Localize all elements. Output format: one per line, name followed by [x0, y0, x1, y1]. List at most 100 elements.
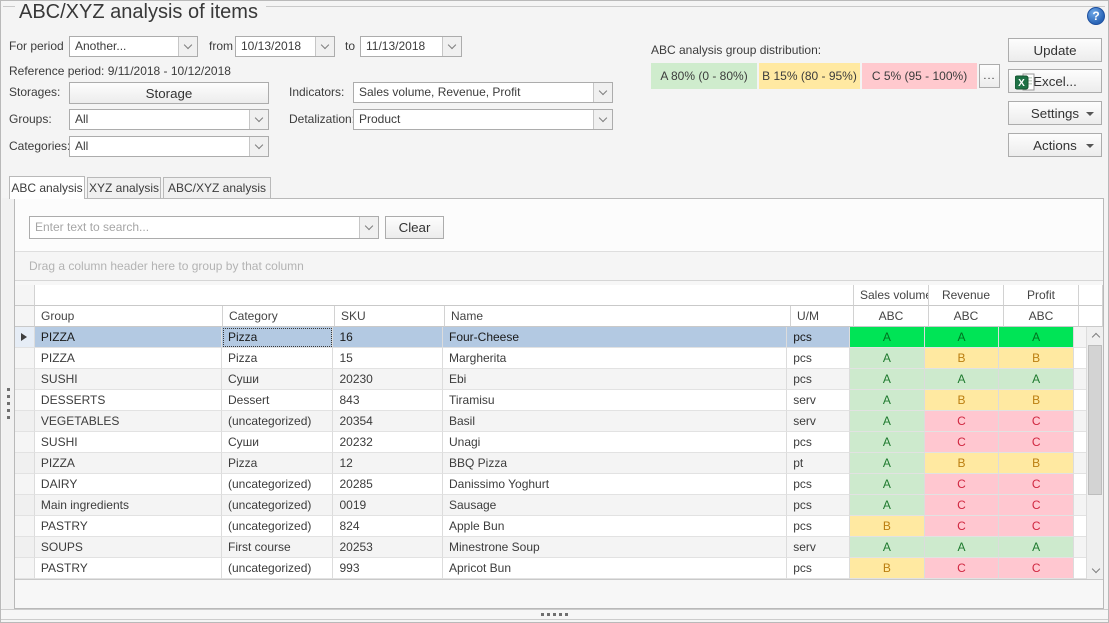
- cell-um[interactable]: pcs: [787, 327, 850, 348]
- cell-abc-profit[interactable]: A: [999, 369, 1074, 390]
- cell-abc-sales[interactable]: A: [850, 537, 925, 558]
- chevron-down-icon[interactable]: [593, 110, 612, 129]
- table-row[interactable]: PASTRY(uncategorized)993Apricot BunpcsBC…: [15, 558, 1086, 579]
- table-row[interactable]: PASTRY(uncategorized)824Apple BunpcsBCC: [15, 516, 1086, 537]
- cell-abc-profit[interactable]: B: [999, 348, 1074, 369]
- cell-um[interactable]: pt: [787, 453, 850, 474]
- cell-abc-revenue[interactable]: C: [925, 558, 1000, 579]
- column-header-group[interactable]: Group: [35, 306, 223, 327]
- table-row[interactable]: SUSHIСуши20232UnagipcsACC: [15, 432, 1086, 453]
- cell-abc-sales[interactable]: A: [850, 495, 925, 516]
- table-row[interactable]: DAIRY(uncategorized)20285Danissimo Yoghu…: [15, 474, 1086, 495]
- row-indicator-cell[interactable]: [15, 390, 35, 411]
- cell-abc-profit[interactable]: B: [999, 390, 1074, 411]
- clear-search-button[interactable]: Clear: [385, 216, 444, 239]
- cell-group[interactable]: PASTRY: [35, 516, 222, 537]
- actions-button[interactable]: Actions: [1008, 133, 1102, 157]
- groups-select[interactable]: All: [69, 109, 269, 130]
- row-indicator-cell[interactable]: [15, 411, 35, 432]
- date-to-select[interactable]: 11/13/2018: [360, 36, 462, 57]
- cell-um[interactable]: pcs: [787, 558, 850, 579]
- cell-abc-sales[interactable]: B: [850, 558, 925, 579]
- cell-category[interactable]: (uncategorized): [222, 474, 333, 495]
- cell-abc-revenue[interactable]: B: [925, 348, 1000, 369]
- row-indicator-cell[interactable]: [15, 453, 35, 474]
- cell-sku[interactable]: 20354: [333, 411, 443, 432]
- detalization-select[interactable]: Product: [353, 109, 613, 130]
- cell-abc-profit[interactable]: C: [999, 432, 1074, 453]
- cell-category[interactable]: Pizza: [222, 327, 333, 348]
- cell-um[interactable]: pcs: [787, 369, 850, 390]
- cell-abc-revenue[interactable]: A: [925, 537, 1000, 558]
- cell-category[interactable]: Dessert: [222, 390, 333, 411]
- cell-abc-revenue[interactable]: B: [925, 390, 1000, 411]
- row-indicator-cell[interactable]: [15, 432, 35, 453]
- cell-sku[interactable]: 20232: [333, 432, 443, 453]
- cell-name[interactable]: Four-Cheese: [443, 327, 787, 348]
- chevron-down-icon[interactable]: [249, 137, 268, 156]
- update-button[interactable]: Update: [1008, 38, 1102, 62]
- cell-abc-profit[interactable]: C: [999, 411, 1074, 432]
- cell-name[interactable]: Unagi: [443, 432, 787, 453]
- cell-category[interactable]: (uncategorized): [222, 558, 333, 579]
- cell-abc-sales[interactable]: A: [850, 411, 925, 432]
- cell-group[interactable]: PASTRY: [35, 558, 222, 579]
- cell-sku[interactable]: 0019: [333, 495, 443, 516]
- cell-group[interactable]: SUSHI: [35, 432, 222, 453]
- cell-sku[interactable]: 824: [333, 516, 443, 537]
- cell-abc-profit[interactable]: C: [999, 474, 1074, 495]
- column-header-name[interactable]: Name: [445, 306, 791, 327]
- column-header-revenue[interactable]: Revenue: [929, 285, 1004, 306]
- cell-um[interactable]: serv: [787, 390, 850, 411]
- cell-group[interactable]: SOUPS: [35, 537, 222, 558]
- cell-sku[interactable]: 20230: [333, 369, 443, 390]
- cell-name[interactable]: Apple Bun: [443, 516, 787, 537]
- cell-group[interactable]: VEGETABLES: [35, 411, 222, 432]
- cell-name[interactable]: Tiramisu: [443, 390, 787, 411]
- cell-abc-sales[interactable]: A: [850, 369, 925, 390]
- row-indicator-cell[interactable]: [15, 495, 35, 516]
- cell-group[interactable]: Main ingredients: [35, 495, 222, 516]
- cell-abc-sales[interactable]: A: [850, 327, 925, 348]
- row-indicator-cell[interactable]: [15, 369, 35, 390]
- date-from-select[interactable]: 10/13/2018: [235, 36, 335, 57]
- vertical-splitter-handle[interactable]: [2, 198, 14, 609]
- help-icon[interactable]: ?: [1087, 7, 1105, 25]
- cell-abc-profit[interactable]: A: [999, 537, 1074, 558]
- cell-category[interactable]: (uncategorized): [222, 495, 333, 516]
- column-subheader-abc[interactable]: ABC: [1004, 306, 1079, 327]
- cell-abc-profit[interactable]: B: [999, 453, 1074, 474]
- distribution-more-button[interactable]: ...: [979, 64, 1000, 88]
- cell-um[interactable]: serv: [787, 537, 850, 558]
- categories-select[interactable]: All: [69, 136, 269, 157]
- table-row[interactable]: Main ingredients(uncategorized)0019Sausa…: [15, 495, 1086, 516]
- cell-category[interactable]: First course: [222, 537, 333, 558]
- cell-name[interactable]: Minestrone Soup: [443, 537, 787, 558]
- cell-abc-revenue[interactable]: A: [925, 369, 1000, 390]
- cell-abc-sales[interactable]: A: [850, 474, 925, 495]
- table-row[interactable]: DESSERTSDessert843TiramisuservABB: [15, 390, 1086, 411]
- cell-abc-revenue[interactable]: C: [925, 495, 1000, 516]
- column-header-sales-volume[interactable]: Sales volume: [854, 285, 929, 306]
- cell-sku[interactable]: 993: [333, 558, 443, 579]
- cell-um[interactable]: pcs: [787, 432, 850, 453]
- excel-button[interactable]: X Excel...: [1008, 69, 1102, 93]
- row-indicator-cell[interactable]: [15, 516, 35, 537]
- cell-abc-sales[interactable]: A: [850, 432, 925, 453]
- cell-abc-profit[interactable]: A: [999, 327, 1074, 348]
- table-row[interactable]: VEGETABLES(uncategorized)20354BasilservA…: [15, 411, 1086, 432]
- chevron-down-icon[interactable]: [442, 37, 461, 56]
- chevron-down-icon[interactable]: [315, 37, 334, 56]
- column-header-sku[interactable]: SKU: [335, 306, 445, 327]
- row-indicator-cell[interactable]: [15, 558, 35, 579]
- scroll-down-icon[interactable]: [1087, 562, 1104, 579]
- cell-sku[interactable]: 12: [333, 453, 443, 474]
- cell-category[interactable]: Суши: [222, 369, 333, 390]
- row-indicator-cell[interactable]: [15, 474, 35, 495]
- tab-abcxyz-analysis[interactable]: ABC/XYZ analysis: [163, 177, 271, 198]
- period-select[interactable]: Another...: [69, 36, 198, 57]
- cell-name[interactable]: Basil: [443, 411, 787, 432]
- chevron-down-icon[interactable]: [359, 217, 378, 238]
- row-indicator-cell[interactable]: [15, 537, 35, 558]
- column-header-profit[interactable]: Profit: [1004, 285, 1079, 306]
